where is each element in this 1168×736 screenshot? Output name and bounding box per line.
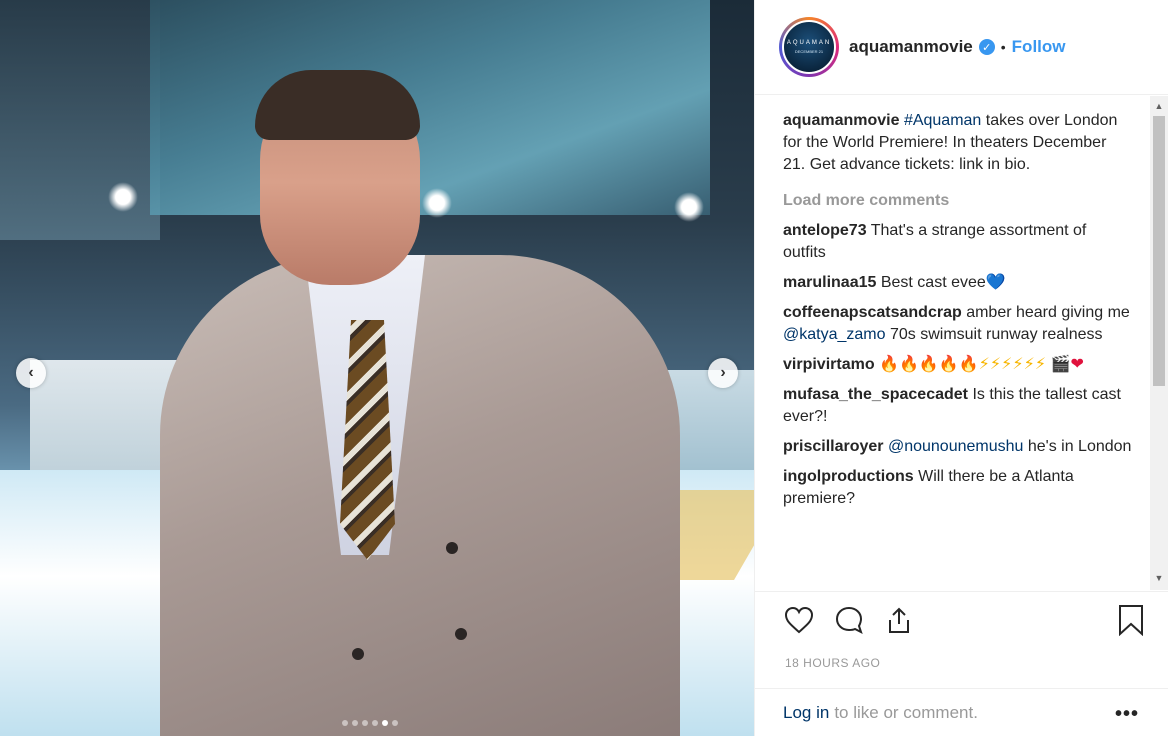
suit-button xyxy=(446,542,458,554)
header-username-link[interactable]: aquamanmovie xyxy=(849,37,973,57)
post-timestamp: 18 HOURS AGO xyxy=(785,656,881,670)
header-separator: • xyxy=(1000,39,1006,55)
comment-text: Best cast evee xyxy=(880,274,986,291)
background-screen xyxy=(150,0,710,215)
carousel-prev-button[interactable]: ‹ xyxy=(16,358,46,388)
suit-button xyxy=(352,648,364,660)
carousel-dot xyxy=(352,720,358,726)
suit-button xyxy=(455,628,467,640)
post-side-panel: AQUAMAN DECEMBER 21 aquamanmovie ✓ • Fol… xyxy=(754,0,1168,736)
comment-username-link[interactable]: priscillaroyer xyxy=(783,438,884,455)
load-more-comments-button[interactable]: Load more comments xyxy=(783,190,1133,212)
comment-text: 70s swimsuit runway realness xyxy=(885,326,1103,343)
comment-item: marulinaa15 Best cast evee💙 xyxy=(783,272,1133,294)
comment-item: coffeenapscatsandcrap amber heard giving… xyxy=(783,302,1133,346)
login-bar: Log in to like or comment. ••• xyxy=(755,688,1168,736)
more-options-icon[interactable]: ••• xyxy=(1115,703,1139,726)
hashtag-link[interactable]: #Aquaman xyxy=(904,112,981,129)
login-prompt-text: to like or comment. xyxy=(834,702,978,722)
person-suit xyxy=(160,255,680,736)
caption-username-link[interactable]: aquamanmovie xyxy=(783,112,899,129)
comment-button[interactable] xyxy=(831,602,867,638)
heart-icon xyxy=(784,606,814,634)
lightning-emoji: ⚡⚡⚡⚡⚡⚡ xyxy=(978,356,1047,373)
comment-username-link[interactable]: marulinaa15 xyxy=(783,274,876,291)
fire-emoji: 🔥🔥🔥🔥🔥 xyxy=(879,356,979,373)
comment-item: priscillaroyer @nounounemushu he's in Lo… xyxy=(783,436,1133,458)
comment-username-link[interactable]: ingolproductions xyxy=(783,468,914,485)
carousel-dot xyxy=(342,720,348,726)
scroll-up-arrow-icon[interactable]: ▲ xyxy=(1150,98,1168,114)
comment-icon xyxy=(835,606,863,634)
mention-link[interactable]: @katya_zamo xyxy=(783,326,886,343)
mention-link[interactable]: @nounounemushu xyxy=(888,438,1023,455)
carousel-dot-active xyxy=(382,720,388,726)
save-button[interactable] xyxy=(1113,602,1149,638)
comment-username-link[interactable]: virpivirtamo xyxy=(783,356,875,373)
like-button[interactable] xyxy=(781,602,817,638)
verified-badge-icon: ✓ xyxy=(978,39,995,55)
comment-username-link[interactable]: antelope73 xyxy=(783,222,867,239)
comment-username-link[interactable]: mufasa_the_spacecadet xyxy=(783,386,968,403)
share-icon xyxy=(889,607,909,633)
comment-item: ingolproductions Will there be a Atlanta… xyxy=(783,466,1133,510)
carousel-dot xyxy=(372,720,378,726)
clapper-emoji: 🎬 xyxy=(1050,356,1071,373)
comments-scrollbar[interactable]: ▲ ▼ xyxy=(1150,96,1168,590)
stage-light xyxy=(422,188,452,218)
chevron-right-icon: › xyxy=(720,364,726,381)
avatar[interactable]: AQUAMAN DECEMBER 21 xyxy=(782,20,836,74)
carousel-dot xyxy=(362,720,368,726)
blue-heart-emoji: 💙 xyxy=(985,274,1006,291)
stage-light xyxy=(108,182,138,212)
comment-item: mufasa_the_spacecadet Is this the talles… xyxy=(783,384,1133,428)
post-header: AQUAMAN DECEMBER 21 aquamanmovie ✓ • Fol… xyxy=(755,0,1168,95)
comment-text: he's in London xyxy=(1023,438,1132,455)
scrollbar-thumb[interactable] xyxy=(1153,116,1165,386)
person-hair xyxy=(255,70,420,140)
login-link[interactable]: Log in xyxy=(783,703,829,723)
red-heart-emoji: ❤ xyxy=(1070,356,1084,373)
follow-button[interactable]: Follow xyxy=(1012,37,1066,57)
action-bar xyxy=(755,591,1168,651)
caption: aquamanmovie #Aquaman takes over London … xyxy=(783,110,1133,176)
share-button[interactable] xyxy=(881,602,917,638)
comment-text: amber heard giving me xyxy=(966,304,1130,321)
avatar-logo-subtext: DECEMBER 21 xyxy=(794,49,824,54)
carousel-next-button[interactable]: › xyxy=(708,358,738,388)
scroll-down-arrow-icon[interactable]: ▼ xyxy=(1150,570,1168,586)
carousel-indicator xyxy=(342,720,398,726)
bookmark-icon xyxy=(1119,605,1143,636)
comments-list[interactable]: aquamanmovie #Aquaman takes over London … xyxy=(783,110,1133,590)
stage-light xyxy=(674,192,704,222)
post-photo[interactable]: ‹ › xyxy=(0,0,754,736)
carousel-dot xyxy=(392,720,398,726)
comment-item: antelope73 That's a strange assortment o… xyxy=(783,220,1133,264)
comment-item: virpivirtamo 🔥🔥🔥🔥🔥⚡⚡⚡⚡⚡⚡ 🎬❤ xyxy=(783,354,1133,376)
avatar-logo-text: AQUAMAN xyxy=(786,40,832,46)
chevron-left-icon: ‹ xyxy=(28,364,34,381)
comment-username-link[interactable]: coffeenapscatsandcrap xyxy=(783,304,962,321)
avatar-story-ring[interactable]: AQUAMAN DECEMBER 21 xyxy=(779,17,839,77)
